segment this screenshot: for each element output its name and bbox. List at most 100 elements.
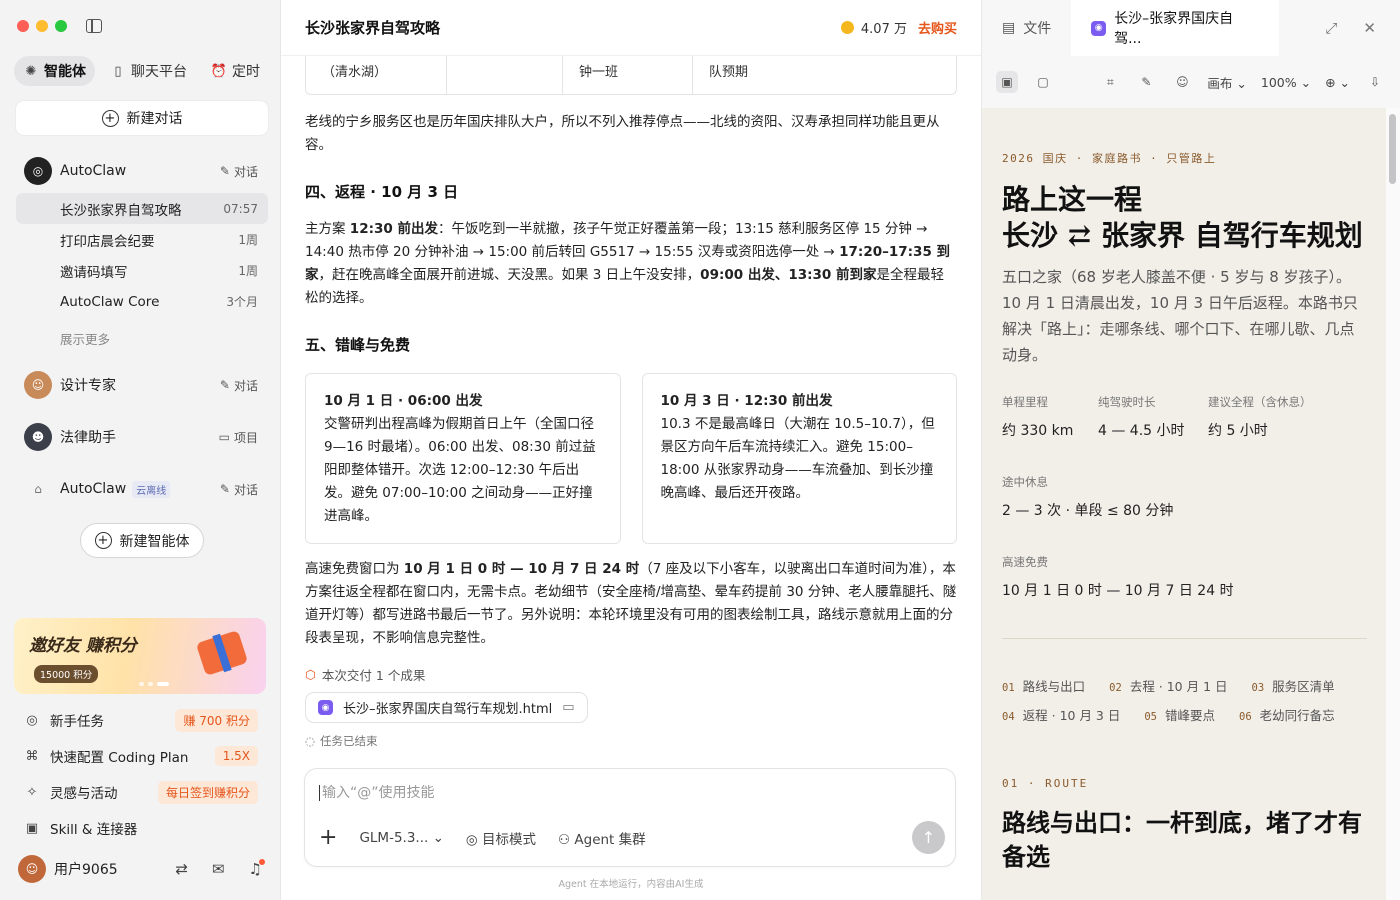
toc-item[interactable]: 01 路线与出口 bbox=[1002, 679, 1085, 694]
bell-icon[interactable]: ♫ bbox=[249, 859, 266, 878]
robot-icon: ⌂ bbox=[34, 482, 42, 496]
section-kicker: 01 · ROUTE bbox=[1002, 777, 1089, 790]
lightbulb-icon: ✧ bbox=[26, 784, 38, 800]
deliverable-file-chip[interactable]: ◉ 长沙–张家界国庆自驾行车规划.html ▭ bbox=[305, 692, 588, 723]
section-heading: 四、返程 · 10 月 3 日 bbox=[305, 183, 459, 201]
folder-icon: ▭ bbox=[218, 430, 230, 444]
send-button[interactable]: ↑ bbox=[912, 821, 945, 854]
stat-item: 高速免费 10 月 1 日 0 时 — 10 月 7 日 24 时 bbox=[1002, 555, 1234, 599]
toc-item[interactable]: 03 服务区清单 bbox=[1252, 679, 1335, 694]
toc-item[interactable]: 04 返程 · 10 月 3 日 bbox=[1002, 708, 1120, 723]
user-avatar[interactable]: ☺ bbox=[18, 855, 46, 883]
close-icon[interactable]: ✕ bbox=[1363, 19, 1376, 37]
model-selector[interactable]: GLM-5.3... ⌄ bbox=[359, 830, 443, 846]
agent-chat-button[interactable]: ✎ 对话 bbox=[220, 377, 258, 394]
close-window-button[interactable] bbox=[17, 20, 29, 32]
table-of-contents: 01 路线与出口 02 去程 · 10 月 1 日 03 服务区清单 04 返程 · 1… bbox=[1002, 673, 1367, 731]
agent-icon: ✺ bbox=[25, 63, 37, 79]
sidebar-toggle-icon[interactable] bbox=[86, 19, 102, 33]
agent-autoclaw-cloud[interactable]: ⌂ AutoClaw 云离线 ✎ 对话 bbox=[24, 474, 258, 504]
conversation-list: 长沙张家界自驾攻略 07:57 打印店晨会纪要 1周 邀请码填写 1周 Auto… bbox=[16, 193, 268, 317]
task-skill-connectors[interactable]: ▣ Skill & 连接器 bbox=[24, 815, 258, 841]
edit-icon: ✎ bbox=[219, 482, 230, 496]
user-bar: ☺ 用户9065 ⇄ ✉ ♫ bbox=[18, 855, 266, 883]
conversation-item[interactable]: 邀请码填写 1周 bbox=[16, 255, 268, 286]
agent-chat-button[interactable]: ✎ 对话 bbox=[220, 163, 258, 180]
open-folder-icon[interactable]: ▭ bbox=[562, 700, 574, 715]
banner-pager[interactable] bbox=[139, 682, 169, 686]
conversation-item[interactable]: 打印店晨会纪要 1周 bbox=[16, 224, 268, 255]
restore-icon[interactable]: ⤢ bbox=[1325, 19, 1337, 37]
section-heading: 五、错峰与免费 bbox=[305, 336, 411, 354]
canvas-dropdown[interactable]: 画布 ⌄ bbox=[1207, 73, 1246, 92]
page-title: 长沙张家界自驾攻略 bbox=[305, 19, 441, 37]
select-icon[interactable]: ⌗ bbox=[1099, 71, 1121, 93]
delivery-summary: ⬡ 本次交付 1 个成果 bbox=[305, 667, 426, 683]
new-agent-button[interactable]: + 新建智能体 bbox=[80, 523, 204, 558]
task-coding-plan[interactable]: ⌘ 快速配置 Coding Plan 1.5X bbox=[24, 743, 258, 769]
show-more-link[interactable]: 展示更多 bbox=[60, 329, 110, 348]
stat-item: 途中休息 2 — 3 次 · 单段 ≤ 80 分钟 bbox=[1002, 475, 1174, 519]
alarm-icon: ⏰ bbox=[210, 63, 228, 79]
mail-icon[interactable]: ✉ bbox=[212, 860, 225, 878]
preview-mode-icon[interactable]: ▣ bbox=[996, 71, 1018, 93]
agent-legal-assistant[interactable]: ☻ 法律助手 ▭ 项目 bbox=[24, 422, 258, 452]
offline-badge: 云离线 bbox=[132, 480, 171, 498]
conversation-item[interactable]: 长沙张家界自驾攻略 07:57 bbox=[16, 193, 268, 224]
buy-link[interactable]: 去购买 bbox=[918, 18, 957, 37]
chat-panel: 长沙张家界自驾攻略 4.07 万 去购买 （清水湖） 钟一班 队预期 老线的宁乡… bbox=[281, 0, 981, 900]
goal-mode-button[interactable]: ◎ 目标模式 bbox=[466, 828, 536, 848]
cluster-icon: ⚇ bbox=[557, 831, 571, 848]
window-controls bbox=[17, 20, 67, 32]
maximize-window-button[interactable] bbox=[55, 20, 67, 32]
toc-item[interactable]: 06 老幼同行备忘 bbox=[1239, 708, 1335, 723]
globe-icon[interactable]: ⊕ ⌄ bbox=[1325, 75, 1350, 90]
skill-icon: ▣ bbox=[25, 820, 39, 836]
check-circle-icon: ◌ bbox=[305, 734, 316, 748]
new-chat-button[interactable]: + 新建对话 bbox=[16, 101, 268, 135]
toc-item[interactable]: 05 错峰要点 bbox=[1144, 708, 1215, 723]
task-newbie[interactable]: ◎ 新手任务 赚 700 积分 bbox=[24, 707, 258, 733]
agent-autoclaw[interactable]: ◎ AutoClaw ✎ 对话 bbox=[24, 156, 258, 186]
phone-icon: ▯ bbox=[114, 63, 122, 79]
download-icon[interactable]: ⇩ bbox=[1364, 71, 1386, 93]
tab-files[interactable]: ▤ 文件 bbox=[982, 0, 1071, 56]
document-preview: 2026 国庆 · 家庭路书 · 只管路上 路上这一程 长沙 ⇄ 张家界 自驾行车… bbox=[982, 108, 1387, 900]
paragraph: 高速免费窗口为 10 月 1 日 0 时 — 10 月 7 日 24 时（7 座… bbox=[305, 561, 957, 646]
minimize-window-button[interactable] bbox=[36, 20, 48, 32]
html-file-icon: ◉ bbox=[1091, 20, 1107, 36]
toc-item[interactable]: 02 去程 · 10 月 1 日 bbox=[1109, 679, 1227, 694]
attach-plus-button[interactable]: + bbox=[319, 825, 337, 850]
conversation-item[interactable]: AutoClaw Core 3个月 bbox=[16, 286, 268, 317]
zoom-dropdown[interactable]: 100% ⌄ bbox=[1261, 75, 1311, 90]
message-input[interactable] bbox=[319, 785, 919, 801]
settings-sliders-icon[interactable]: ⇄ bbox=[175, 860, 188, 878]
edit-icon[interactable]: ✎ bbox=[1135, 71, 1157, 93]
nav-chat-platform[interactable]: ▯ 聊天平台 bbox=[101, 56, 196, 86]
preview-panel: ▤ 文件 ◉ 长沙–张家界国庆自驾... ⤢ ✕ ▣ ▢ ⌗ ✎ ☺ 画布 ⌄ … bbox=[981, 0, 1400, 900]
message-composer: + GLM-5.3... ⌄ ◎ 目标模式 ⚇ Agent 集群 ↑ bbox=[304, 768, 956, 867]
preview-scrollbar[interactable] bbox=[1386, 108, 1400, 900]
invite-banner[interactable]: 邀好友 赚积分 15000 积分 bbox=[14, 618, 266, 694]
divider bbox=[1002, 638, 1367, 639]
key-icon: ⌘ bbox=[25, 748, 39, 764]
paragraph: 老线的宁乡服务区也是历年国庆排队大户，所以不列入推荐停点——北线的资阳、汉寿承担… bbox=[305, 114, 940, 153]
task-inspiration[interactable]: ✧ 灵感与活动 每日签到赚积分 bbox=[24, 779, 258, 805]
code-mode-icon[interactable]: ▢ bbox=[1032, 71, 1054, 93]
credits-display: 4.07 万 去购买 bbox=[840, 18, 957, 37]
agent-project-button[interactable]: ▭ 项目 bbox=[219, 429, 258, 446]
nav-schedule[interactable]: ⏰ 定时 bbox=[202, 56, 269, 86]
autoclaw-avatar: ◎ bbox=[24, 157, 52, 185]
info-card: 10 月 3 日 · 12:30 前出发 10.3 不是最高峰日（大潮在 10.… bbox=[641, 373, 957, 544]
edit-icon: ✎ bbox=[219, 164, 230, 178]
scrollbar-thumb[interactable] bbox=[1389, 114, 1396, 184]
goal-icon: ◎ bbox=[465, 831, 478, 848]
agent-chat-button[interactable]: ✎ 对话 bbox=[220, 481, 258, 498]
comment-icon[interactable]: ☺ bbox=[1171, 71, 1193, 93]
tab-document[interactable]: ◉ 长沙–张家界国庆自驾... bbox=[1071, 0, 1280, 56]
legal-assistant-avatar: ☻ bbox=[24, 423, 52, 451]
nav-agents[interactable]: ✺ 智能体 bbox=[14, 56, 95, 86]
agent-design-expert[interactable]: ☺ 设计专家 ✎ 对话 bbox=[24, 370, 258, 400]
chat-header: 长沙张家界自驾攻略 4.07 万 去购买 bbox=[281, 0, 981, 56]
agent-cluster-button[interactable]: ⚇ Agent 集群 bbox=[558, 828, 646, 848]
